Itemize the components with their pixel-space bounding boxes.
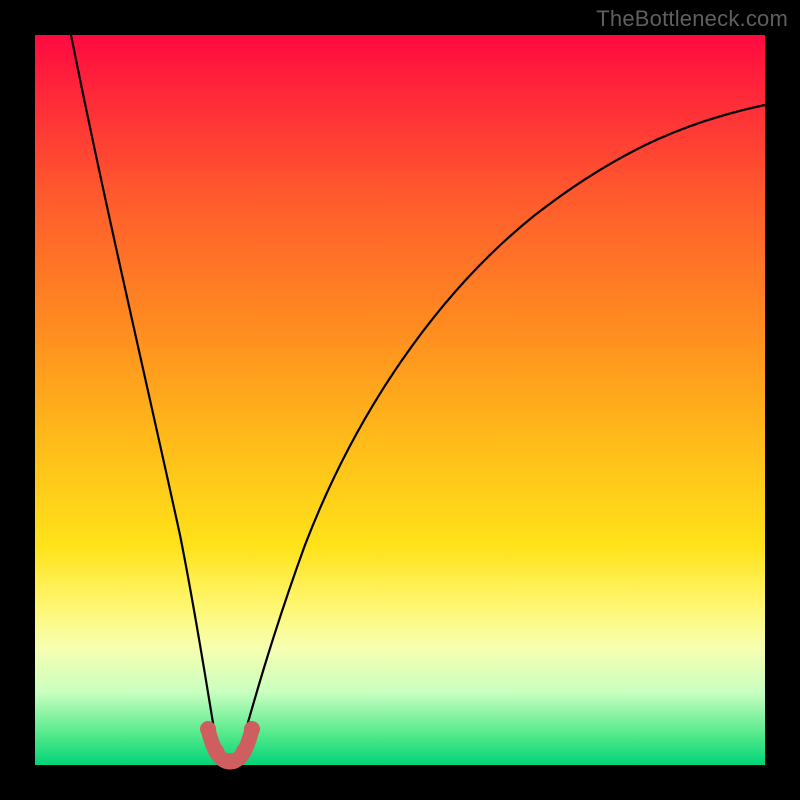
curve-left-branch xyxy=(71,35,224,764)
lows-marker-dot xyxy=(208,743,224,759)
watermark-text: TheBottleneck.com xyxy=(596,6,788,32)
curve-right-branch xyxy=(236,105,765,764)
plot-area xyxy=(35,35,765,765)
chart-frame: TheBottleneck.com xyxy=(0,0,800,800)
lows-marker-dot xyxy=(222,753,238,769)
lows-marker-dot xyxy=(236,743,252,759)
curve-layer xyxy=(35,35,765,765)
lows-marker-dot xyxy=(244,721,260,737)
lows-marker-dot xyxy=(200,721,216,737)
